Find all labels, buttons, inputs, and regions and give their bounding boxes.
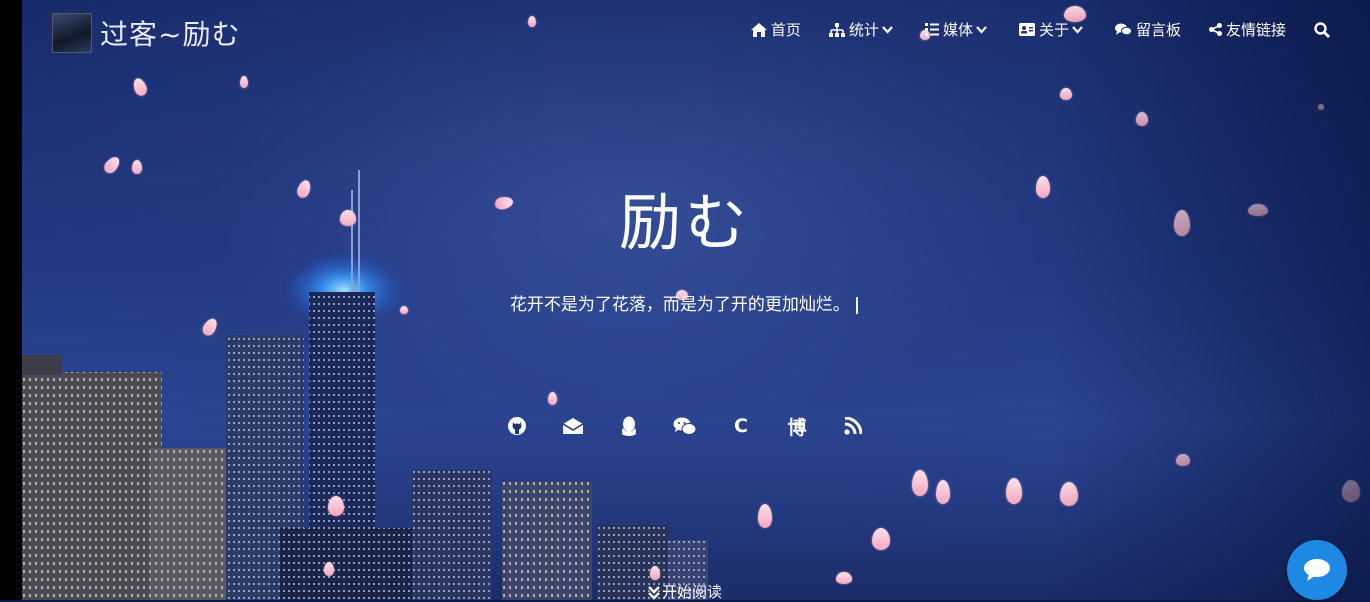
nav-item-friend-links[interactable]: 友情链接	[1208, 19, 1286, 40]
csdn-icon: C	[734, 415, 748, 437]
petal	[1060, 88, 1072, 100]
nav-item-stats[interactable]: 统计	[828, 19, 897, 40]
social-wechat[interactable]	[657, 412, 713, 440]
petal	[650, 566, 660, 580]
start-reading-label: 开始阅读	[661, 583, 722, 601]
hero-subtitle-text: 花开不是为了花落，而是为了开的更加灿烂。	[509, 295, 850, 315]
social-links: C 博	[0, 412, 1370, 440]
comments-icon	[1114, 23, 1132, 36]
petal	[1060, 482, 1078, 506]
blog-icon: 博	[787, 416, 807, 439]
search-button[interactable]	[1314, 21, 1334, 38]
social-csdn[interactable]: C	[713, 412, 769, 440]
petal	[912, 470, 928, 496]
rss-icon	[844, 417, 862, 435]
social-github[interactable]	[489, 412, 545, 440]
nav-item-label: 统计	[848, 21, 879, 39]
search-icon	[1314, 21, 1330, 38]
petal	[1136, 112, 1148, 126]
petal	[936, 480, 950, 504]
hero-subtitle: 花开不是为了花落，而是为了开的更加灿烂。 |	[0, 290, 1370, 315]
home-icon	[750, 22, 767, 37]
chevron-down-icon	[1072, 25, 1083, 34]
chat-bubble-icon	[1304, 559, 1330, 581]
nav-item-media[interactable]: 媒体	[924, 19, 991, 40]
petal	[1342, 480, 1360, 502]
chevron-down-icon	[976, 25, 987, 34]
social-qq[interactable]	[601, 412, 657, 440]
petal	[548, 392, 557, 405]
social-blog[interactable]: 博	[769, 412, 825, 440]
qq-icon	[622, 416, 636, 436]
chevron-double-down-icon	[648, 586, 660, 600]
social-email[interactable]	[545, 412, 601, 440]
petal	[1318, 104, 1324, 110]
site-logo[interactable]	[52, 13, 92, 53]
petal	[324, 562, 334, 576]
petal	[758, 504, 772, 528]
share-icon	[1208, 23, 1222, 36]
site-title[interactable]: 过客~励む	[100, 13, 240, 53]
brand[interactable]: 过客~励む	[52, 13, 240, 53]
nav-item-label: 首页	[770, 21, 801, 39]
chat-button[interactable]	[1287, 540, 1347, 600]
nav-item-label: 友情链接	[1225, 21, 1286, 39]
navbar: 过客~励む 首页 统计 媒体 关于 留言板 友情链接	[22, 0, 1370, 62]
nav-item-label: 媒体	[942, 21, 973, 39]
github-icon	[508, 417, 526, 435]
nav-item-label: 关于	[1038, 21, 1069, 39]
petal	[1176, 454, 1190, 466]
email-icon	[562, 418, 584, 434]
petal	[240, 76, 248, 88]
petal	[328, 496, 344, 516]
nav-item-label: 留言板	[1135, 21, 1181, 39]
sitemap-icon	[828, 22, 845, 37]
nav-item-about[interactable]: 关于	[1018, 19, 1087, 40]
nav-item-home[interactable]: 首页	[750, 19, 801, 40]
start-reading-link[interactable]: 开始阅读	[0, 581, 1370, 602]
social-rss[interactable]	[825, 412, 881, 440]
id-card-icon	[1018, 23, 1035, 36]
hero-title: 励む	[618, 186, 751, 259]
wechat-icon	[673, 417, 697, 435]
typing-cursor: |	[853, 295, 861, 315]
petal	[1006, 478, 1022, 504]
nav-menu: 首页 统计 媒体 关于 留言板 友情链接	[723, 19, 1334, 40]
petal	[872, 528, 890, 550]
nav-item-guestbook[interactable]: 留言板	[1114, 19, 1181, 40]
list-icon	[924, 23, 939, 36]
chevron-down-icon	[882, 25, 893, 34]
